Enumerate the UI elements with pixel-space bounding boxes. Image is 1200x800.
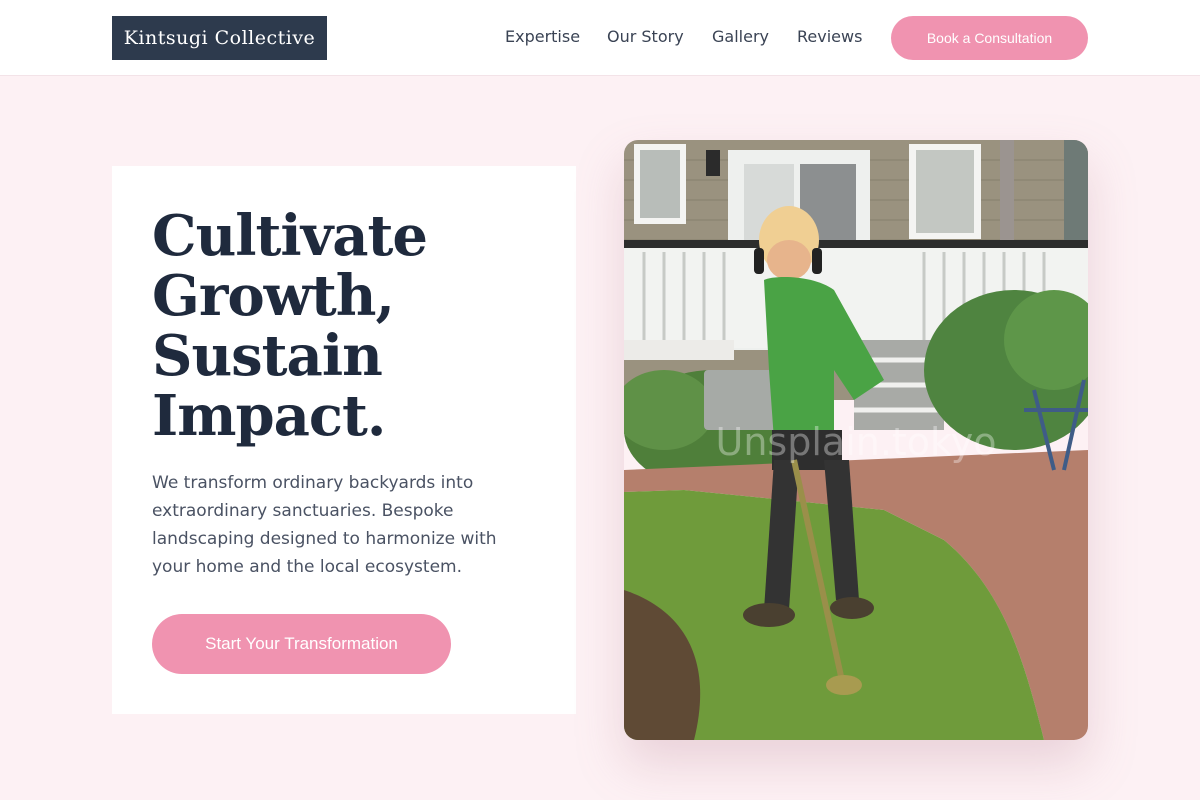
nav-link-gallery[interactable]: Gallery xyxy=(712,27,769,46)
book-consultation-button[interactable]: Book a Consultation xyxy=(891,16,1088,60)
hero-description: We transform ordinary backyards into ext… xyxy=(152,473,497,577)
image-watermark: Unsplain.tokyo xyxy=(716,420,997,464)
nav-link-expertise[interactable]: Expertise xyxy=(505,27,580,46)
site-header: Kintsugi Collective Expertise Our Story … xyxy=(0,0,1200,76)
start-transformation-button[interactable]: Start Your Transformation xyxy=(152,614,451,674)
headline-line: Impact. xyxy=(152,383,386,449)
brand-logo[interactable]: Kintsugi Collective xyxy=(112,16,327,60)
nav-link-reviews[interactable]: Reviews xyxy=(797,27,862,46)
headline-line: Growth, xyxy=(152,263,395,329)
nav-link-our-story[interactable]: Our Story xyxy=(607,27,684,46)
headline-line: Sustain xyxy=(152,323,383,389)
headline-line: Cultivate xyxy=(152,203,428,269)
landscaper-illustration: Unsplain.tokyo xyxy=(624,140,1088,740)
hero-headline: Cultivate Growth, Sustain Impact. xyxy=(152,206,552,446)
hero-text-card: Cultivate Growth, Sustain Impact. We tra… xyxy=(112,166,576,714)
hero-photo: Unsplain.tokyo xyxy=(624,140,1088,740)
